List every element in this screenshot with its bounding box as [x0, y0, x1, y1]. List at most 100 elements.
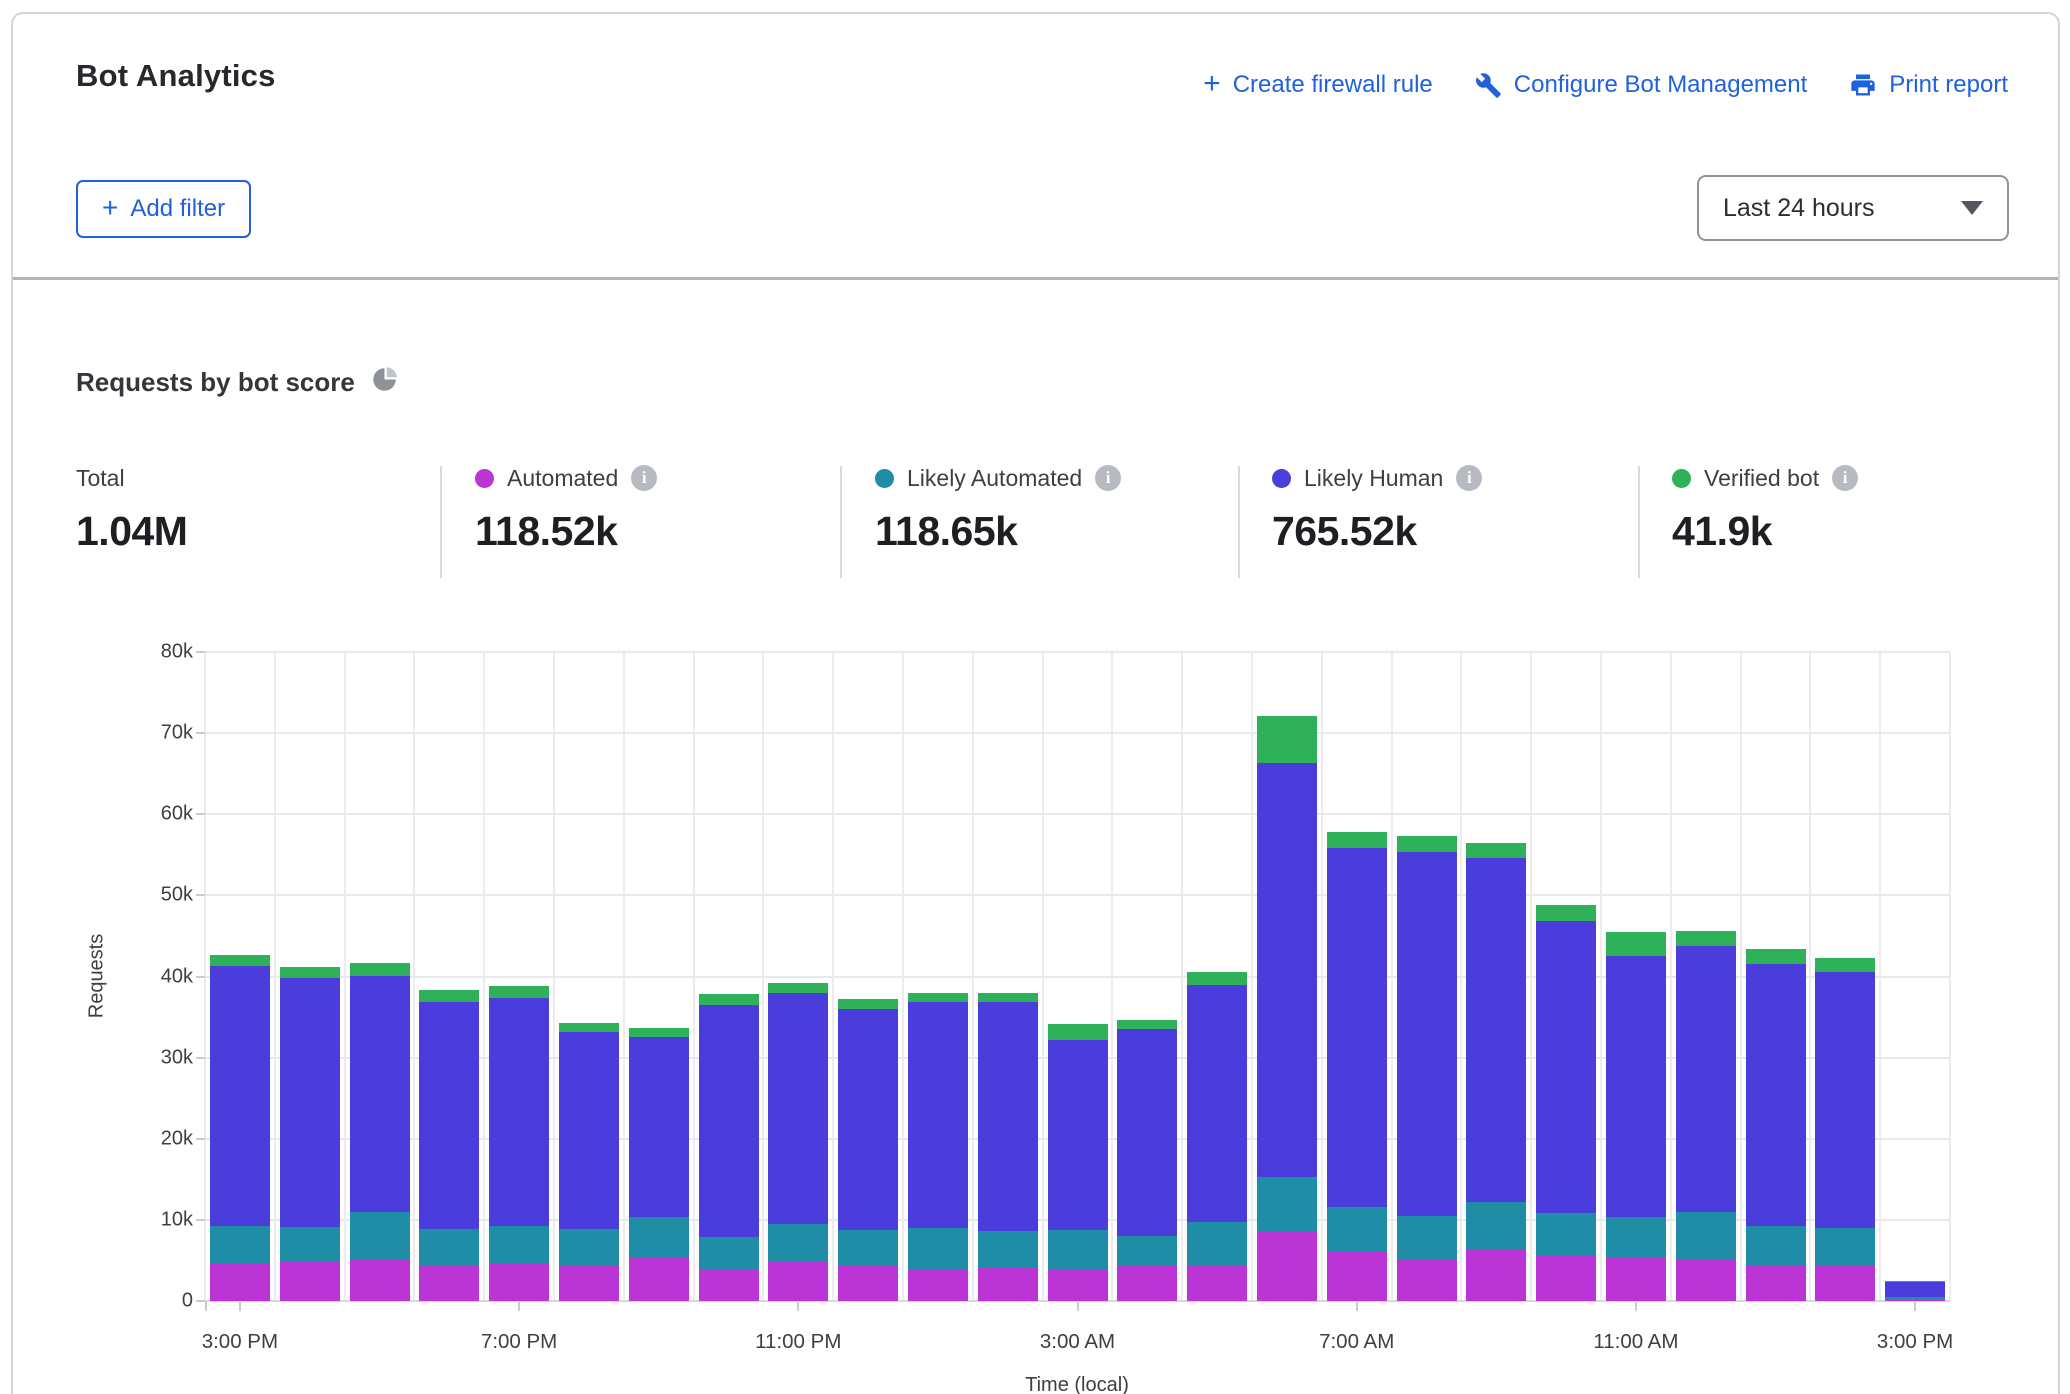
stacked-bar-3-00-pm[interactable] — [210, 955, 270, 1301]
bar-segment-verified-bot — [419, 990, 479, 1002]
stat-label: Total — [76, 465, 125, 492]
bar-segment-automated — [1397, 1259, 1457, 1301]
bar-segment-automated — [1885, 1299, 1945, 1301]
bar-segment-verified-bot — [768, 983, 828, 993]
verified-bot-legend-dot — [1672, 469, 1691, 488]
stacked-bar-12-00-pm[interactable] — [1676, 931, 1736, 1301]
stacked-bar-5-00-pm[interactable] — [350, 963, 410, 1301]
x-tick-label: 3:00 AM — [1040, 1330, 1115, 1354]
x-tick-label: 7:00 AM — [1319, 1330, 1394, 1354]
bar-segment-likely-human — [908, 1002, 968, 1228]
horizontal-gridline — [205, 894, 1950, 896]
y-tick-label: 30k — [123, 1046, 193, 1069]
bar-segment-verified-bot — [1048, 1024, 1108, 1039]
y-tick-mark — [196, 1219, 205, 1221]
configure-bot-management-link[interactable]: Configure Bot Management — [1475, 71, 1808, 99]
stacked-bar-3-00-am[interactable] — [1048, 1024, 1108, 1301]
y-axis-title: Requests — [86, 934, 109, 1019]
stat-likely-automated: Likely Automated i 118.65k — [875, 462, 1121, 555]
bar-segment-automated — [1257, 1232, 1317, 1301]
stat-value: 118.52k — [475, 508, 657, 555]
bar-segment-automated — [210, 1263, 270, 1301]
bar-segment-automated — [1187, 1266, 1247, 1301]
info-icon[interactable]: i — [1095, 465, 1121, 491]
bar-segment-automated — [699, 1270, 759, 1301]
x-tick-label: 3:00 PM — [202, 1330, 278, 1354]
bot-analytics-card: Bot Analytics + Create firewall rule Con… — [11, 12, 2060, 1394]
create-firewall-rule-label: Create firewall rule — [1233, 71, 1433, 99]
stat-value: 41.9k — [1672, 508, 1858, 555]
stacked-bar-8-00-am[interactable] — [1397, 836, 1457, 1301]
stacked-bar-6-00-pm[interactable] — [419, 990, 479, 1301]
bar-segment-likely-human — [559, 1032, 619, 1229]
bar-segment-likely-automated — [1815, 1228, 1875, 1265]
bar-segment-automated — [838, 1266, 898, 1301]
stacked-bar-10-00-pm[interactable] — [699, 994, 759, 1301]
stacked-bar-5-00-am[interactable] — [1187, 972, 1247, 1301]
bar-segment-automated — [1536, 1256, 1596, 1301]
printer-icon — [1849, 71, 1877, 99]
stacked-bar-10-00-am[interactable] — [1536, 905, 1596, 1301]
stat-divider — [840, 466, 842, 578]
configure-bot-management-label: Configure Bot Management — [1514, 71, 1808, 99]
bar-segment-likely-automated — [419, 1229, 479, 1266]
plus-icon: + — [102, 194, 118, 222]
stacked-bar-1-00-pm[interactable] — [1746, 949, 1806, 1301]
print-report-link[interactable]: Print report — [1849, 71, 2008, 99]
bar-segment-likely-human — [280, 978, 340, 1227]
x-tick-mark — [1356, 1302, 1358, 1311]
bar-segment-likely-automated — [350, 1212, 410, 1261]
section-heading: Requests by bot score — [76, 366, 398, 398]
bar-segment-verified-bot — [838, 999, 898, 1009]
stacked-bar-6-00-am[interactable] — [1257, 716, 1317, 1301]
stacked-bar-1-00-am[interactable] — [908, 993, 968, 1301]
y-tick-mark — [196, 976, 205, 978]
stacked-bar-2-00-pm[interactable] — [1815, 958, 1875, 1301]
stat-divider — [1238, 466, 1240, 578]
info-icon[interactable]: i — [1456, 465, 1482, 491]
stacked-bar-9-00-pm[interactable] — [629, 1028, 689, 1301]
bar-segment-likely-human — [1746, 964, 1806, 1226]
horizontal-gridline — [205, 813, 1950, 815]
stacked-bar-7-00-pm[interactable] — [489, 986, 549, 1301]
bar-segment-likely-automated — [768, 1224, 828, 1261]
stacked-bar-3-00-pm[interactable] — [1885, 1281, 1945, 1301]
info-icon[interactable]: i — [1832, 465, 1858, 491]
bar-segment-automated — [1466, 1250, 1526, 1301]
x-tick-label: 11:00 AM — [1593, 1330, 1678, 1354]
bar-segment-likely-automated — [1397, 1216, 1457, 1259]
stacked-bar-11-00-am[interactable] — [1606, 932, 1666, 1301]
time-range-select[interactable]: Last 24 hours — [1697, 175, 2009, 241]
bar-segment-likely-automated — [978, 1231, 1038, 1267]
info-icon[interactable]: i — [631, 465, 657, 491]
stat-divider — [1638, 466, 1640, 578]
bar-segment-automated — [1606, 1258, 1666, 1301]
y-tick-label: 0 — [123, 1290, 193, 1313]
stacked-bar-2-00-am[interactable] — [978, 993, 1038, 1301]
bar-segment-likely-automated — [1746, 1226, 1806, 1265]
stat-value: 1.04M — [76, 508, 187, 555]
create-firewall-rule-link[interactable]: + Create firewall rule — [1203, 70, 1433, 100]
x-tick-label: 7:00 PM — [481, 1330, 557, 1354]
stacked-bar-11-00-pm[interactable] — [768, 983, 828, 1301]
stacked-bar-4-00-pm[interactable] — [280, 967, 340, 1301]
bar-segment-automated — [280, 1262, 340, 1301]
stacked-bar-9-00-am[interactable] — [1466, 843, 1526, 1301]
section-title: Requests by bot score — [76, 367, 355, 398]
add-filter-button[interactable]: + Add filter — [76, 180, 251, 238]
stacked-bar-7-00-am[interactable] — [1327, 832, 1387, 1301]
bar-segment-likely-human — [1606, 956, 1666, 1217]
stacked-bar-4-00-am[interactable] — [1117, 1020, 1177, 1301]
requests-by-bot-score-chart[interactable] — [205, 652, 1950, 1301]
stat-verified-bot: Verified bot i 41.9k — [1672, 462, 1858, 555]
stacked-bar-8-00-pm[interactable] — [559, 1023, 619, 1301]
stacked-bar-12-00-am[interactable] — [838, 999, 898, 1301]
bar-segment-automated — [908, 1269, 968, 1301]
bar-segment-likely-automated — [1536, 1213, 1596, 1255]
bar-segment-automated — [978, 1267, 1038, 1301]
y-tick-mark — [196, 732, 205, 734]
bar-segment-automated — [1327, 1252, 1387, 1301]
stat-value: 765.52k — [1272, 508, 1482, 555]
bar-segment-likely-automated — [1606, 1217, 1666, 1258]
y-tick-mark — [196, 1057, 205, 1059]
